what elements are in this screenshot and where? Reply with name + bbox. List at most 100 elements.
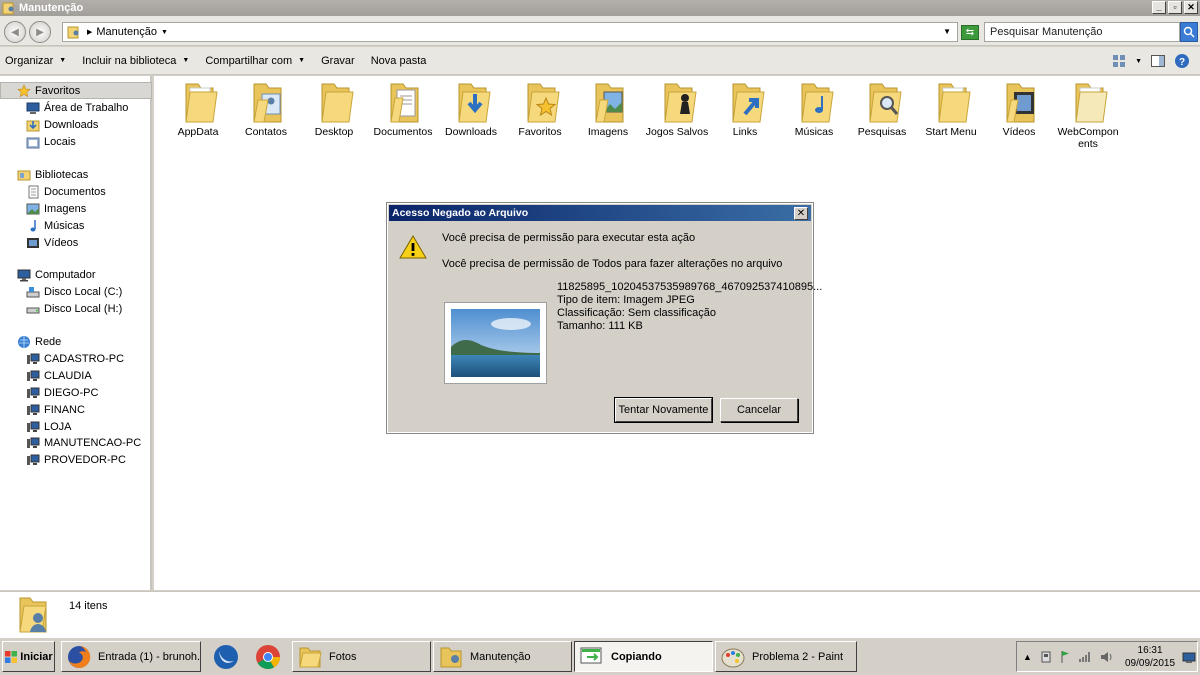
nav-libraries-label: Bibliotecas: [35, 169, 89, 181]
minimize-button[interactable]: _: [1152, 1, 1166, 14]
start-menu-folder-icon: [938, 83, 971, 123]
clock[interactable]: 16:31 09/09/2015: [1125, 644, 1175, 670]
system-drive-icon: [26, 285, 40, 299]
nav-network-pc-label: LOJA: [44, 421, 72, 433]
organize-menu[interactable]: Organizar ▼: [5, 55, 66, 67]
folder-item[interactable]: WebCompon ents: [1054, 80, 1122, 150]
nav-network-pc[interactable]: CLAUDIA: [26, 368, 92, 384]
folder-item[interactable]: Links: [711, 80, 779, 138]
nav-lib-videos-label: Vídeos: [44, 237, 79, 249]
nav-recent-places[interactable]: Locais: [26, 134, 76, 150]
folder-label: Documentos: [373, 126, 433, 138]
forward-button[interactable]: ▶: [29, 21, 51, 43]
item-count: 14 itens: [69, 600, 108, 612]
show-hidden-icons-icon[interactable]: ▲: [1023, 652, 1032, 662]
dialog-titlebar[interactable]: Acesso Negado ao Arquivo ✕: [389, 205, 811, 221]
nav-network[interactable]: Rede: [17, 334, 61, 350]
nav-lib-documents[interactable]: Documentos: [26, 184, 106, 200]
view-dropdown-icon[interactable]: ▼: [1135, 58, 1142, 65]
new-folder-button[interactable]: Nova pasta: [371, 55, 427, 67]
breadcrumb-item[interactable]: Manutenção: [96, 26, 157, 38]
taskbar-copiando[interactable]: Copiando: [574, 641, 713, 672]
breadcrumb-chevron-icon[interactable]: ▼: [161, 29, 168, 36]
taskbar-manutencao[interactable]: Manutenção: [433, 641, 572, 672]
folder-item[interactable]: Favoritos: [506, 80, 574, 138]
search-input[interactable]: Pesquisar Manutenção: [984, 22, 1180, 42]
dialog-close-button[interactable]: ✕: [794, 207, 808, 220]
nav-drive-h[interactable]: Disco Local (H:): [26, 301, 122, 317]
dialog-title: Acesso Negado ao Arquivo: [392, 207, 529, 219]
folder-label: Favoritos: [518, 126, 562, 138]
folder-item[interactable]: Músicas: [780, 80, 848, 138]
folder-item[interactable]: Start Menu: [917, 80, 985, 138]
refresh-icon: ⇆: [965, 27, 975, 38]
nav-libraries[interactable]: Bibliotecas: [17, 167, 88, 183]
file-info: 11825895_10204537535989768_4670925374108…: [557, 281, 822, 333]
chrome-icon[interactable]: [254, 643, 282, 671]
nav-network-pc[interactable]: DIEGO-PC: [26, 385, 98, 401]
folder-item[interactable]: Pesquisas: [848, 80, 916, 138]
taskbar-firefox[interactable]: Entrada (1) - brunoh...: [61, 641, 201, 672]
nav-network-pc[interactable]: CADASTRO-PC: [26, 351, 124, 367]
folder-item[interactable]: Desktop: [300, 80, 368, 138]
folder-item[interactable]: Downloads: [437, 80, 505, 138]
nav-lib-music[interactable]: Músicas: [26, 218, 84, 234]
nav-desktop[interactable]: Área de Trabalho: [26, 100, 128, 116]
nav-drive-c[interactable]: Disco Local (C:): [26, 284, 122, 300]
cancel-button[interactable]: Cancelar: [720, 398, 798, 422]
nav-lib-videos[interactable]: Vídeos: [26, 235, 78, 251]
folder-item[interactable]: Documentos: [369, 80, 437, 138]
folder-item[interactable]: AppData: [164, 80, 232, 138]
thunderbird-icon[interactable]: [212, 643, 240, 671]
folder-item[interactable]: Jogos Salvos: [643, 80, 711, 138]
copy-progress-icon: [579, 644, 605, 670]
taskbar-paint[interactable]: Problema 2 - Paint: [715, 641, 857, 672]
burn-button[interactable]: Gravar: [321, 55, 355, 67]
nav-network-pc[interactable]: FINANC: [26, 402, 85, 418]
usb-device-icon[interactable]: [1040, 650, 1052, 664]
network-icon: [17, 335, 31, 349]
nav-network-pc[interactable]: MANUTENCAO-PC: [26, 435, 141, 451]
taskbar-button-label: Copiando: [611, 650, 662, 663]
nav-lib-pictures[interactable]: Imagens: [26, 201, 86, 217]
volume-icon[interactable]: [1100, 651, 1114, 663]
nav-network-pc[interactable]: PROVEDOR-PC: [26, 452, 126, 468]
nav-network-pc[interactable]: LOJA: [26, 419, 72, 435]
view-options-icon[interactable]: [1111, 53, 1127, 69]
pictures-folder-icon: [595, 83, 624, 123]
show-desktop-icon[interactable]: [1182, 652, 1196, 664]
include-library-menu[interactable]: Incluir na biblioteca ▼: [82, 55, 189, 67]
taskbar-fotos[interactable]: Fotos: [292, 641, 431, 672]
folder-label: Vídeos: [1002, 126, 1036, 138]
network-computer-icon: [26, 386, 40, 400]
help-icon[interactable]: ?: [1174, 53, 1190, 69]
refresh-button[interactable]: ⇆: [961, 25, 979, 40]
close-button[interactable]: ✕: [1184, 1, 1198, 14]
address-dropdown-icon[interactable]: ▼: [943, 27, 951, 36]
address-bar[interactable]: ▶ Manutenção ▼ ▼: [62, 22, 958, 42]
maximize-button[interactable]: ▫: [1168, 1, 1182, 14]
retry-button[interactable]: Tentar Novamente: [614, 397, 713, 423]
nav-downloads[interactable]: Downloads: [26, 117, 98, 133]
breadcrumb-chevron-icon[interactable]: ▶: [87, 28, 92, 36]
folder-label: Jogos Salvos: [645, 126, 709, 138]
folder-item[interactable]: Imagens: [574, 80, 642, 138]
nav-network-pc-label: FINANC: [44, 404, 85, 416]
dropdown-arrow-icon: ▼: [59, 57, 67, 64]
network-computer-icon: [26, 403, 40, 417]
nav-favorites[interactable]: Favoritos: [17, 83, 80, 99]
nav-computer[interactable]: Computador: [17, 267, 96, 283]
share-with-menu[interactable]: Compartilhar com ▼: [205, 55, 305, 67]
window-titlebar[interactable]: Manutenção _ ▫ ✕: [0, 0, 1200, 16]
folder-user-icon: [438, 644, 464, 670]
search-button[interactable]: [1180, 22, 1198, 42]
back-button[interactable]: ◀: [4, 21, 26, 43]
action-center-flag-icon[interactable]: [1060, 650, 1070, 664]
folder-item[interactable]: Vídeos: [985, 80, 1053, 138]
network-signal-icon[interactable]: [1078, 651, 1092, 663]
preview-pane-icon[interactable]: [1150, 53, 1166, 69]
folder-item[interactable]: Contatos: [232, 80, 300, 138]
folder-icon: [297, 644, 323, 670]
arrow-right-icon: ▶: [36, 26, 44, 38]
start-button[interactable]: Iniciar: [2, 641, 55, 672]
